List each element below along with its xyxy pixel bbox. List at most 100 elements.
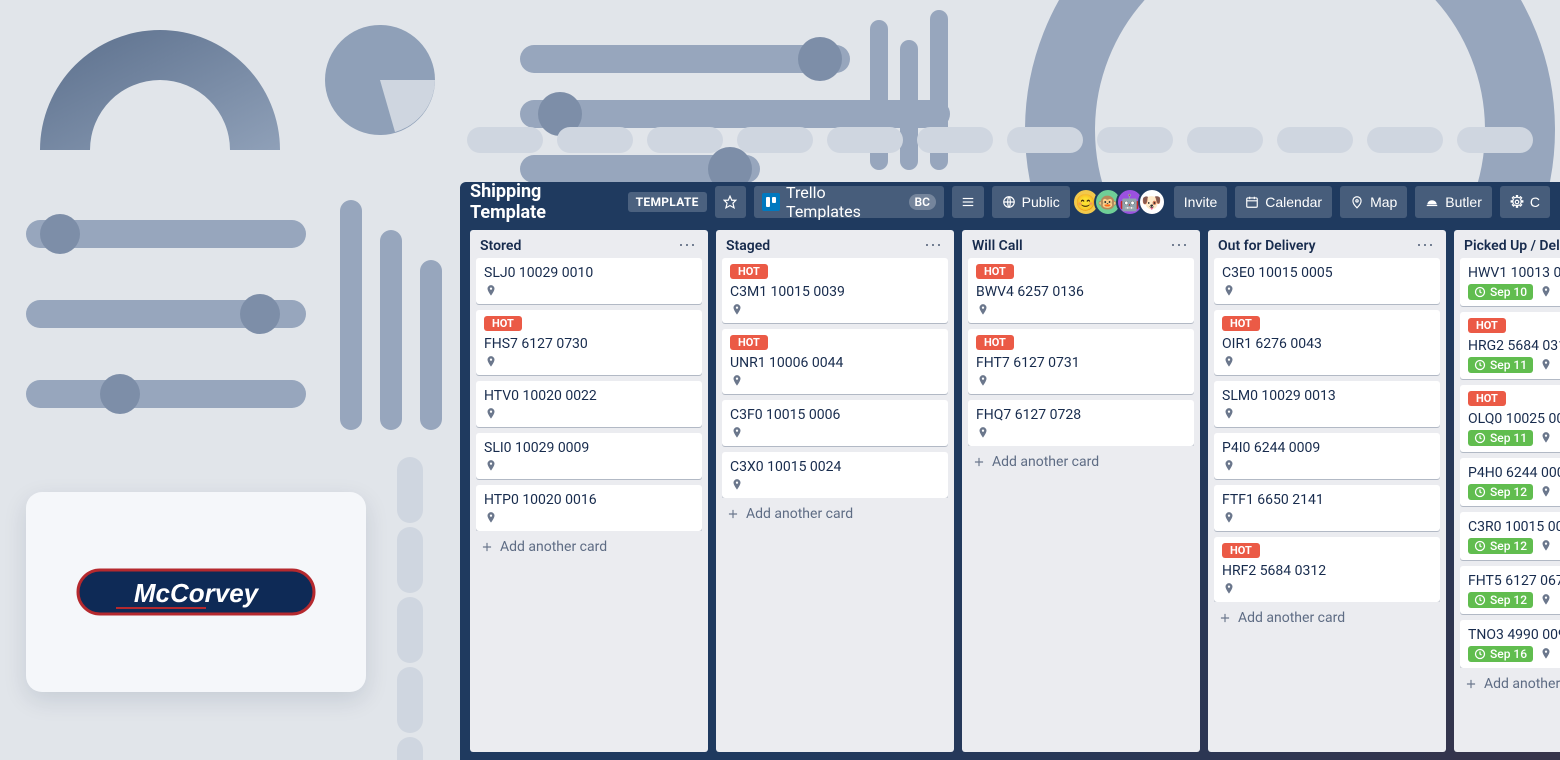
card-title: UNR1 10006 0044 [730, 354, 940, 372]
date-badge: Sep 16 [1468, 646, 1533, 662]
date-badge: Sep 11 [1468, 357, 1533, 373]
avatar[interactable]: 🐶 [1138, 188, 1166, 216]
location-icon [484, 284, 498, 298]
card[interactable]: C3X0 10015 0024 [722, 452, 948, 498]
card[interactable]: HOTC3M1 10015 0039 [722, 258, 948, 323]
card[interactable]: HOTFHT7 6127 0731 [968, 329, 1194, 394]
card[interactable]: FHQ7 6127 0728 [968, 400, 1194, 446]
board-lists: Stored ⋯ SLJ0 10029 0010HOTFHS7 6127 073… [460, 222, 1560, 760]
card-badges: Sep 10 [1468, 284, 1560, 300]
card-title: HWV1 10013 0041 [1468, 264, 1560, 282]
list-menu-icon[interactable]: ⋯ [676, 239, 698, 253]
team-name: Trello Templates [786, 183, 902, 221]
card-badges [1222, 459, 1432, 473]
visibility-button[interactable]: Public [992, 186, 1070, 218]
star-button[interactable] [715, 186, 747, 218]
card[interactable]: C3E0 10015 0005 [1214, 258, 1440, 304]
list-cards: HOTBWV4 6257 0136HOTFHT7 6127 0731 FHQ7 6… [962, 258, 1200, 446]
add-card-button[interactable]: Add another card [1208, 602, 1446, 634]
card[interactable]: HOTOLQ0 10025 0011Sep 11 [1460, 385, 1560, 452]
brand-logo-text: McCorvey [134, 578, 260, 608]
more-button[interactable]: C [1500, 186, 1550, 218]
location-icon [1222, 511, 1236, 525]
card-title: C3E0 10015 0005 [1222, 264, 1432, 282]
list-title[interactable]: Staged [726, 238, 770, 254]
card[interactable]: SLI0 10029 0009 [476, 433, 702, 479]
board-title: Shipping Template [470, 182, 620, 223]
location-icon [1539, 285, 1553, 299]
card[interactable]: FHT5 6127 0678Sep 12 [1460, 566, 1560, 614]
card[interactable]: C3F0 10015 0006 [722, 400, 948, 446]
list-title[interactable]: Will Call [972, 238, 1023, 254]
card[interactable]: HWV1 10013 0041 Sep 10 [1460, 258, 1560, 306]
card[interactable]: HOTHRG2 5684 0313Sep 11 [1460, 312, 1560, 379]
list-cards: C3E0 10015 0005 HOTOIR1 6276 0043 SLM0 100… [1208, 258, 1446, 602]
card-badges: Sep 16 [1468, 646, 1560, 662]
card-badges [730, 374, 940, 388]
date-badge: Sep 12 [1468, 538, 1533, 554]
card-badges [1222, 511, 1432, 525]
butler-button[interactable]: Butler [1415, 186, 1492, 218]
list: Staged ⋯ HOTC3M1 10015 0039 HOT UNR1 10006… [716, 230, 954, 752]
card[interactable]: HOT HRF2 5684 0312 [1214, 537, 1440, 602]
list: Will Call ⋯ HOTBWV4 6257 0136HOTFHT7 612… [962, 230, 1200, 752]
card-title: P4I0 6244 0009 [1222, 439, 1432, 457]
card-badges: Sep 12 [1468, 484, 1560, 500]
template-badge: TEMPLATE [628, 192, 707, 212]
team-initials: BC [909, 194, 936, 210]
member-avatars[interactable]: 😊 🐵 🤖 🐶 [1078, 188, 1166, 216]
add-card-button[interactable]: Add another card [962, 446, 1200, 478]
hot-label: HOT [1222, 316, 1260, 331]
card-title: HRF2 5684 0312 [1222, 562, 1432, 580]
board-header: Shipping Template TEMPLATE Trello Templa… [460, 182, 1560, 222]
date-badge: Sep 11 [1468, 430, 1533, 446]
card-badges [976, 426, 1186, 440]
card[interactable]: C3R0 10015 0018Sep 12 [1460, 512, 1560, 560]
card[interactable]: TNO3 4990 0093Sep 16 [1460, 620, 1560, 668]
card-badges: Sep 11 [1468, 430, 1560, 446]
brand-logo-card: McCorvey [26, 492, 366, 692]
location-icon [730, 478, 744, 492]
card-title: SLI0 10029 0009 [484, 439, 694, 457]
trello-board: Shipping Template TEMPLATE Trello Templa… [460, 182, 1560, 760]
card-title: FHT5 6127 0678 [1468, 572, 1560, 590]
card[interactable]: FTF1 6650 2141 [1214, 485, 1440, 531]
card[interactable]: HTV0 10020 0022 [476, 381, 702, 427]
card-badges [730, 303, 940, 317]
list-title[interactable]: Out for Delivery [1218, 238, 1316, 254]
list-menu-icon[interactable]: ⋯ [922, 239, 944, 253]
board-menu-button[interactable] [952, 186, 984, 218]
list-title[interactable]: Picked Up / Delivered [1464, 238, 1560, 254]
location-icon [484, 407, 498, 421]
add-card-button[interactable]: Add another card [1454, 668, 1560, 700]
add-card-button[interactable]: Add another card [470, 531, 708, 563]
list-header: Picked Up / Delivered ⋯ [1454, 230, 1560, 258]
location-icon [1539, 431, 1553, 445]
card-title: FHS7 6127 0730 [484, 335, 694, 353]
card[interactable]: HOTBWV4 6257 0136 [968, 258, 1194, 323]
card[interactable]: HOTFHS7 6127 0730 [476, 310, 702, 375]
map-button[interactable]: Map [1340, 186, 1407, 218]
list-menu-icon[interactable]: ⋯ [1168, 239, 1190, 253]
calendar-button[interactable]: Calendar [1235, 186, 1332, 218]
list-title[interactable]: Stored [480, 238, 521, 254]
hot-label: HOT [1222, 543, 1260, 558]
add-card-button[interactable]: Add another card [716, 498, 954, 530]
team-pill[interactable]: Trello Templates BC [754, 186, 944, 218]
card-title: C3X0 10015 0024 [730, 458, 940, 476]
card[interactable]: P4I0 6244 0009 [1214, 433, 1440, 479]
card[interactable]: HOT UNR1 10006 0044 [722, 329, 948, 394]
location-icon [1539, 539, 1553, 553]
card-title: FTF1 6650 2141 [1222, 491, 1432, 509]
card[interactable]: HTP0 10020 0016 [476, 485, 702, 531]
hot-label: HOT [730, 335, 768, 350]
date-badge: Sep 10 [1468, 284, 1533, 300]
card[interactable]: SLJ0 10029 0010 [476, 258, 702, 304]
card-badges: Sep 12 [1468, 538, 1560, 554]
invite-button[interactable]: Invite [1174, 186, 1227, 218]
card[interactable]: HOTOIR1 6276 0043 [1214, 310, 1440, 375]
list: Stored ⋯ SLJ0 10029 0010 HOTFHS7 6127 073… [470, 230, 708, 752]
list-menu-icon[interactable]: ⋯ [1414, 239, 1436, 253]
card[interactable]: SLM0 10029 0013 [1214, 381, 1440, 427]
card[interactable]: P4H0 6244 0008Sep 12 [1460, 458, 1560, 506]
